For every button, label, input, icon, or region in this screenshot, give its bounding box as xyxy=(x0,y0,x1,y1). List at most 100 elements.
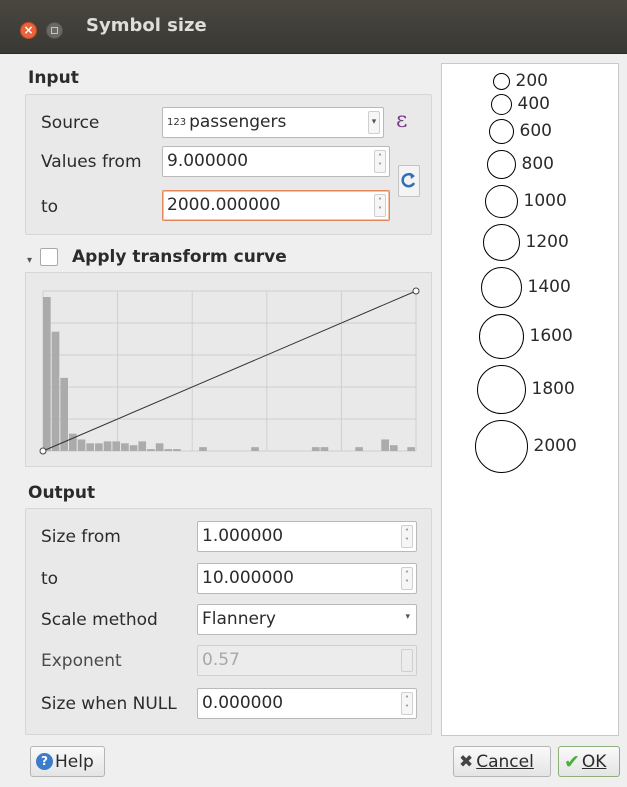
legend-symbol-circle xyxy=(484,185,518,218)
scale-method-label: Scale method xyxy=(41,610,158,630)
legend-label: 600 xyxy=(519,120,552,141)
histogram-bar xyxy=(43,297,51,451)
histogram-bar xyxy=(155,443,164,451)
histogram-bar xyxy=(86,443,95,451)
legend-label: 400 xyxy=(517,93,550,114)
scale-method-select[interactable]: Flannery ▾ xyxy=(197,604,417,635)
legend-label: 1000 xyxy=(523,190,567,211)
values-from-input[interactable]: 9.000000 ˄ ˅ xyxy=(162,146,390,177)
cancel-icon: ✖ xyxy=(459,751,474,772)
numeric-type-icon: 123 xyxy=(167,116,187,128)
legend-label: 1400 xyxy=(527,276,571,297)
histogram-bar xyxy=(69,433,77,451)
input-to-label: to xyxy=(41,197,59,217)
cancel-label: Cancel xyxy=(476,751,534,772)
histogram-bar xyxy=(381,439,389,451)
help-button[interactable]: ? Help xyxy=(30,746,105,777)
refresh-icon xyxy=(401,172,416,188)
size-null-spinner[interactable]: ˄ ˅ xyxy=(401,692,413,715)
legend-label: 1200 xyxy=(525,231,569,252)
ok-label: OK xyxy=(581,751,607,772)
input-to-value: 2000.000000 xyxy=(167,195,281,215)
input-to-spinner[interactable]: ˄ ˅ xyxy=(374,194,386,217)
source-label: Source xyxy=(41,113,100,133)
histogram-bar xyxy=(95,443,103,451)
curve-control-point[interactable] xyxy=(412,287,420,295)
curve-path[interactable] xyxy=(42,290,417,452)
histogram-bar xyxy=(147,449,155,451)
collapse-arrow-icon[interactable]: ▾ xyxy=(27,255,32,266)
legend-symbol-circle xyxy=(488,119,514,144)
exponent-spinner xyxy=(401,649,413,672)
histogram-bar xyxy=(77,439,86,451)
histogram-bar xyxy=(51,331,60,451)
output-to-input[interactable]: 10.000000 ˄ ˅ xyxy=(197,563,417,594)
legend-label: 1800 xyxy=(531,378,575,399)
histogram-bar xyxy=(112,441,121,451)
histogram-bar xyxy=(173,449,181,451)
size-null-label: Size when NULL xyxy=(41,694,177,714)
legend-symbol-circle xyxy=(482,224,520,261)
title-bar: × Symbol size xyxy=(0,0,627,54)
size-from-input[interactable]: 1.000000 ˄ ˅ xyxy=(197,521,417,552)
legend-label: 200 xyxy=(515,70,548,91)
input-section-title: Input xyxy=(28,68,79,88)
transform-curve-checkbox[interactable] xyxy=(40,248,58,266)
legend-preview: 200 400 600 800 1000 1200 1400 1600 1800 2000 xyxy=(441,63,619,736)
expression-icon[interactable]: ε xyxy=(396,108,407,133)
minimize-window-icon[interactable] xyxy=(46,22,63,39)
values-from-value: 9.000000 xyxy=(167,151,249,171)
output-section-title: Output xyxy=(28,483,96,503)
source-value: passengers xyxy=(189,112,287,132)
histogram-bar xyxy=(164,449,173,451)
legend-symbol-circle xyxy=(492,73,510,90)
transform-curve-panel[interactable] xyxy=(25,272,432,467)
input-to-field[interactable]: 2000.000000 ˄ ˅ xyxy=(162,190,390,221)
size-from-value: 1.000000 xyxy=(202,526,284,546)
legend-symbol-circle xyxy=(476,365,526,414)
histogram xyxy=(43,297,415,451)
histogram-bar xyxy=(138,441,147,451)
output-to-spinner[interactable]: ˄ ˅ xyxy=(401,567,413,590)
histogram-bar xyxy=(103,441,112,451)
legend-symbol-circle xyxy=(474,420,528,473)
values-from-label: Values from xyxy=(41,152,142,172)
histogram-bar xyxy=(320,447,329,451)
scale-method-value: Flannery xyxy=(202,609,276,629)
cancel-button[interactable]: ✖ Cancel xyxy=(453,746,551,777)
values-from-spinner[interactable]: ˄ ˅ xyxy=(374,150,386,173)
legend-symbol-circle xyxy=(490,94,512,115)
transform-curve-plot[interactable] xyxy=(26,273,431,466)
source-field-select[interactable]: 123 passengers ▾ xyxy=(162,107,384,138)
chevron-down-icon: ▾ xyxy=(405,612,410,622)
transform-curve-label: Apply transform curve xyxy=(72,247,287,267)
histogram-bar xyxy=(389,445,398,451)
histogram-bar xyxy=(407,447,415,451)
help-label: Help xyxy=(55,751,94,772)
histogram-bar xyxy=(60,377,69,451)
output-to-label: to xyxy=(41,569,59,589)
legend-label: 800 xyxy=(521,153,554,174)
check-icon: ✔ xyxy=(564,750,580,773)
ok-button[interactable]: ✔ OK xyxy=(558,746,620,777)
refresh-values-button[interactable] xyxy=(398,165,420,197)
exponent-label: Exponent xyxy=(41,651,122,671)
exponent-value: 0.57 xyxy=(202,650,240,670)
histogram-bar xyxy=(355,447,363,451)
close-window-icon[interactable]: × xyxy=(20,22,37,39)
chevron-down-icon[interactable]: ▾ xyxy=(368,111,380,134)
size-null-input[interactable]: 0.000000 ˄ ˅ xyxy=(197,688,417,719)
histogram-bar xyxy=(311,447,320,451)
size-from-label: Size from xyxy=(41,527,121,547)
exponent-input: 0.57 xyxy=(197,645,417,676)
histogram-bar xyxy=(121,443,129,451)
help-icon: ? xyxy=(36,753,53,770)
output-to-value: 10.000000 xyxy=(202,568,294,588)
histogram-bar xyxy=(251,447,259,451)
curve-control-point[interactable] xyxy=(39,447,47,455)
size-from-spinner[interactable]: ˄ ˅ xyxy=(401,525,413,548)
legend-label: 2000 xyxy=(533,435,577,456)
curve-line[interactable] xyxy=(39,287,420,455)
legend-symbol-circle xyxy=(486,150,516,179)
legend-label: 1600 xyxy=(529,325,573,346)
